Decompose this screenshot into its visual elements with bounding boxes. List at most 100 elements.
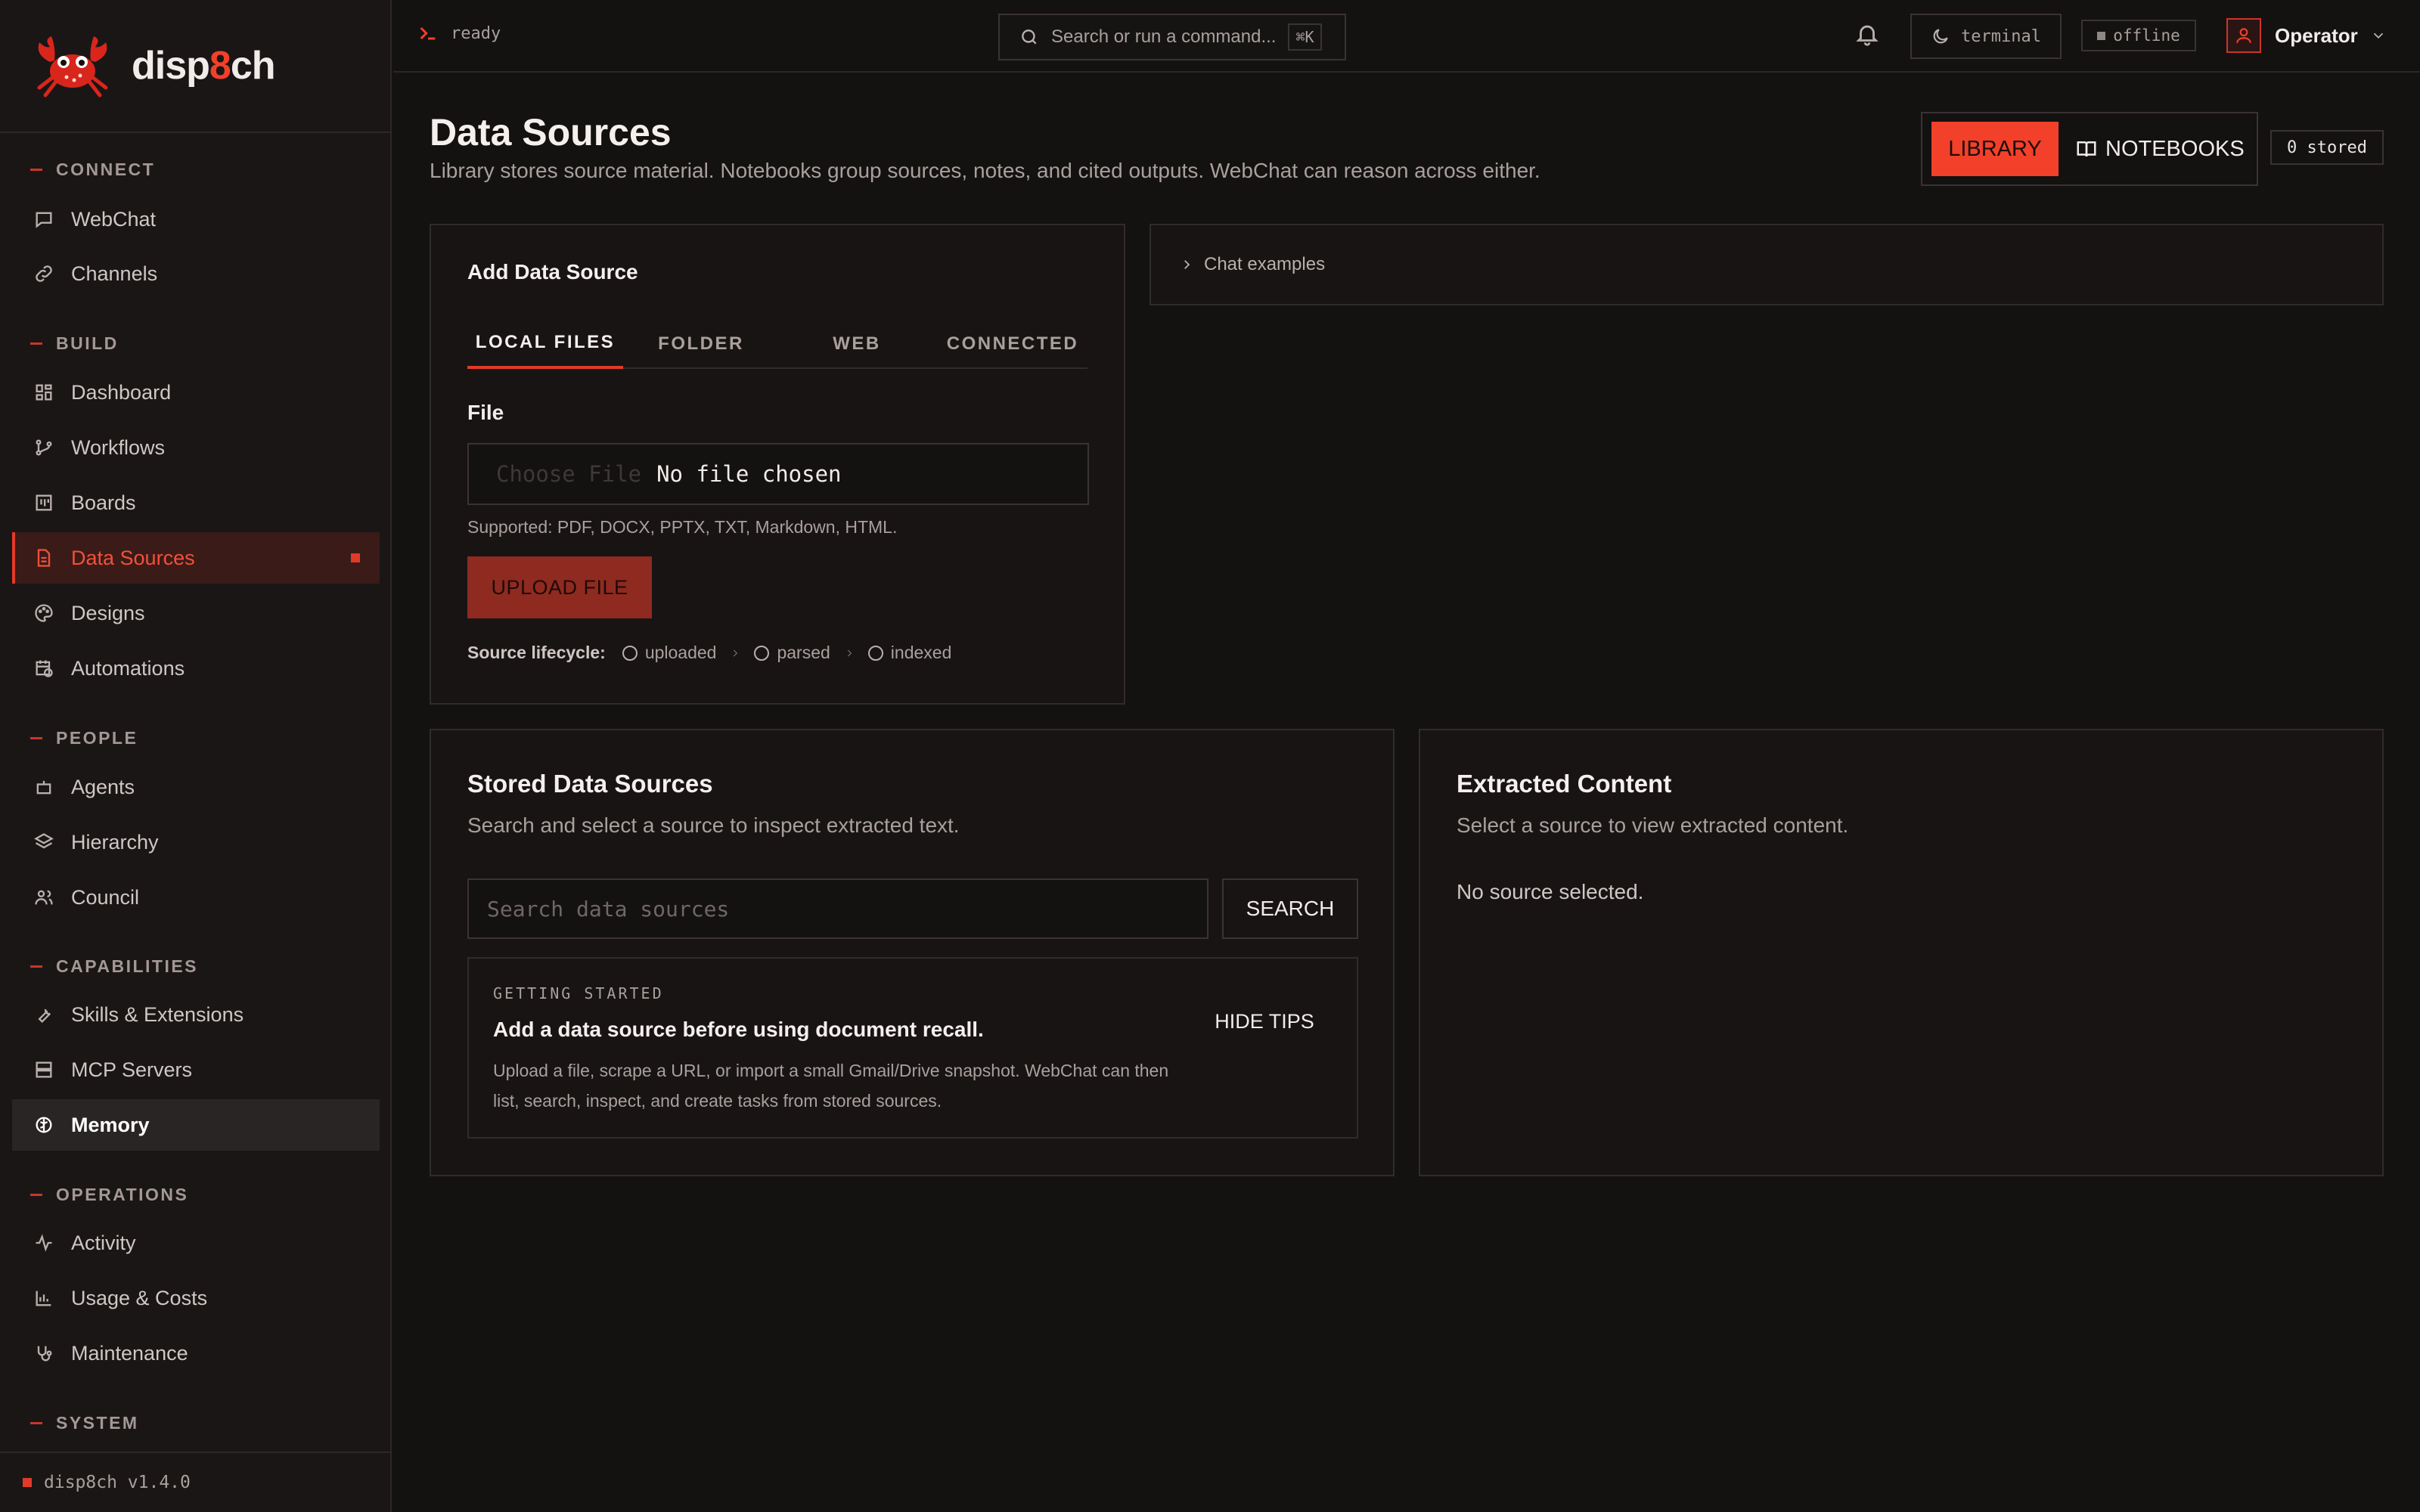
tips-body: Upload a file, scrape a URL, or import a… bbox=[493, 1061, 1169, 1111]
section-system: SYSTEM bbox=[30, 1413, 139, 1433]
stored-sources-title: Stored Data Sources bbox=[467, 770, 713, 798]
section-people: PEOPLE bbox=[30, 728, 138, 748]
chevron-down-icon bbox=[2373, 33, 2383, 39]
sidebar-item-boards[interactable]: Boards bbox=[12, 477, 380, 528]
sidebar-item-designs[interactable]: Designs bbox=[12, 587, 380, 639]
file-input[interactable]: Choose File No file chosen bbox=[467, 443, 1089, 505]
section-connect: CONNECT bbox=[30, 160, 155, 180]
active-marker bbox=[351, 553, 360, 562]
sidebar-item-dashboard[interactable]: Dashboard bbox=[12, 367, 380, 418]
lifecycle-step-uploaded: uploaded bbox=[622, 643, 716, 663]
offline-indicator-icon bbox=[2097, 31, 2106, 40]
sidebar-item-automations[interactable]: Automations bbox=[12, 643, 380, 694]
sidebar-item-activity[interactable]: Activity bbox=[12, 1217, 380, 1269]
layers-icon bbox=[34, 833, 54, 849]
wrench-icon bbox=[38, 1009, 51, 1023]
sidebar-item-mcp-servers[interactable]: MCP Servers bbox=[12, 1044, 380, 1095]
robot-icon bbox=[36, 780, 51, 795]
calendar-clock-icon bbox=[36, 660, 53, 677]
circle-icon bbox=[867, 645, 883, 661]
circle-icon bbox=[754, 645, 770, 661]
link-icon bbox=[36, 265, 52, 282]
brand[interactable]: disp8ch bbox=[0, 0, 390, 133]
search-icon bbox=[1022, 29, 1037, 45]
search-button[interactable]: SEARCH bbox=[1222, 878, 1358, 939]
stored-count-badge: 0 stored bbox=[2270, 130, 2384, 165]
library-tab[interactable]: LIBRARY bbox=[1931, 122, 2059, 176]
sidebar-item-memory[interactable]: Memory bbox=[12, 1099, 380, 1151]
shortcut-hint: ⌘K bbox=[1288, 23, 1322, 51]
sidebar-item-agents[interactable]: Agents bbox=[12, 761, 380, 813]
sidebar-item-channels[interactable]: Channels bbox=[12, 248, 380, 299]
avatar bbox=[2226, 18, 2261, 53]
upload-file-button[interactable]: UPLOAD FILE bbox=[467, 556, 652, 618]
bell-icon bbox=[1856, 25, 1879, 46]
book-icon bbox=[2077, 141, 2096, 157]
data-sources-search-input[interactable]: Search data sources bbox=[467, 878, 1208, 939]
section-build: BUILD bbox=[30, 333, 119, 354]
sidebar-item-skills[interactable]: Skills & Extensions bbox=[12, 989, 380, 1040]
palette-icon bbox=[35, 604, 53, 622]
getting-started-tips: GETTING STARTED Add a data source before… bbox=[467, 957, 1358, 1139]
add-source-title: Add Data Source bbox=[467, 260, 638, 284]
extracted-content-card: Extracted Content Select a source to vie… bbox=[1419, 729, 2384, 1176]
tips-title: Add a data source before using document … bbox=[493, 1018, 984, 1041]
command-search[interactable]: Search or run a command... ⌘K bbox=[998, 14, 1346, 60]
server-icon bbox=[36, 1061, 52, 1078]
section-operations: OPERATIONS bbox=[30, 1185, 188, 1205]
file-status: No file chosen bbox=[656, 461, 842, 487]
stethoscope-icon bbox=[37, 1346, 52, 1362]
tab-local-files[interactable]: LOCAL FILES bbox=[467, 319, 623, 369]
notebooks-tab[interactable]: NOTEBOOKS bbox=[2059, 122, 2245, 176]
section-capabilities: CAPABILITIES bbox=[30, 956, 198, 977]
page-title: Data Sources bbox=[430, 111, 672, 153]
sidebar-item-hierarchy[interactable]: Hierarchy bbox=[12, 816, 380, 868]
add-data-source-card: Add Data Source LOCAL FILES FOLDER WEB C… bbox=[430, 224, 1125, 705]
hide-tips-button[interactable]: HIDE TIPS bbox=[1189, 995, 1340, 1048]
version-footer: disp8ch v1.4.0 bbox=[0, 1452, 390, 1512]
user-menu[interactable]: Operator bbox=[2226, 18, 2387, 53]
notifications-button[interactable] bbox=[1854, 21, 1885, 51]
lifecycle-step-parsed: parsed bbox=[754, 643, 830, 663]
chevron-right-icon bbox=[847, 649, 852, 657]
chevron-right-icon bbox=[734, 649, 738, 657]
extracted-title: Extracted Content bbox=[1457, 770, 1672, 798]
mode-toggle: LIBRARY NOTEBOOKS bbox=[1921, 112, 2258, 186]
source-type-tabs: LOCAL FILES FOLDER WEB CONNECTED bbox=[467, 319, 1087, 369]
sidebar-item-data-sources[interactable]: Data Sources bbox=[12, 532, 380, 584]
tab-folder[interactable]: FOLDER bbox=[623, 319, 779, 369]
theme-toggle[interactable]: terminal bbox=[1910, 14, 2062, 59]
brand-name: disp8ch bbox=[132, 44, 276, 88]
user-icon bbox=[2236, 28, 2251, 43]
sidebar-item-workflows[interactable]: Workflows bbox=[12, 422, 380, 473]
chat-examples-toggle[interactable]: Chat examples bbox=[1150, 224, 2384, 305]
page-subtitle: Library stores source material. Notebook… bbox=[430, 159, 1540, 182]
command-search-placeholder: Search or run a command... bbox=[1051, 26, 1277, 47]
branch-icon bbox=[36, 439, 52, 456]
choose-file-button[interactable]: Choose File bbox=[496, 461, 641, 487]
chevron-right-icon bbox=[1184, 260, 1190, 269]
terminal-prompt-icon bbox=[420, 26, 436, 40]
sidebar-item-maintenance[interactable]: Maintenance bbox=[12, 1328, 380, 1379]
board-icon bbox=[36, 494, 52, 511]
crab-logo-icon bbox=[37, 36, 108, 98]
extracted-subtitle: Select a source to view extracted conten… bbox=[1457, 813, 1849, 837]
document-icon bbox=[37, 549, 51, 567]
tab-connected[interactable]: CONNECTED bbox=[935, 319, 1091, 369]
grid-icon bbox=[36, 384, 52, 401]
topbar: ready Search or run a command... ⌘K term… bbox=[393, 0, 2420, 73]
chat-icon bbox=[36, 212, 52, 228]
tab-web[interactable]: WEB bbox=[779, 319, 935, 369]
stored-sources-card: Stored Data Sources Search and select a … bbox=[430, 729, 1395, 1176]
lifecycle-step-indexed: indexed bbox=[867, 643, 951, 663]
moon-icon bbox=[1933, 29, 1948, 44]
terminal-status: ready bbox=[417, 23, 501, 44]
status-square-icon bbox=[23, 1478, 32, 1487]
brain-icon bbox=[36, 1117, 52, 1133]
sidebar-item-council[interactable]: Council bbox=[12, 872, 380, 923]
sidebar-item-usage[interactable]: Usage & Costs bbox=[12, 1272, 380, 1324]
supported-formats: Supported: PDF, DOCX, PPTX, TXT, Markdow… bbox=[467, 517, 898, 537]
sidebar-item-webchat[interactable]: WebChat bbox=[12, 194, 380, 245]
bar-chart-icon bbox=[36, 1290, 51, 1306]
stored-sources-subtitle: Search and select a source to inspect ex… bbox=[467, 813, 960, 837]
